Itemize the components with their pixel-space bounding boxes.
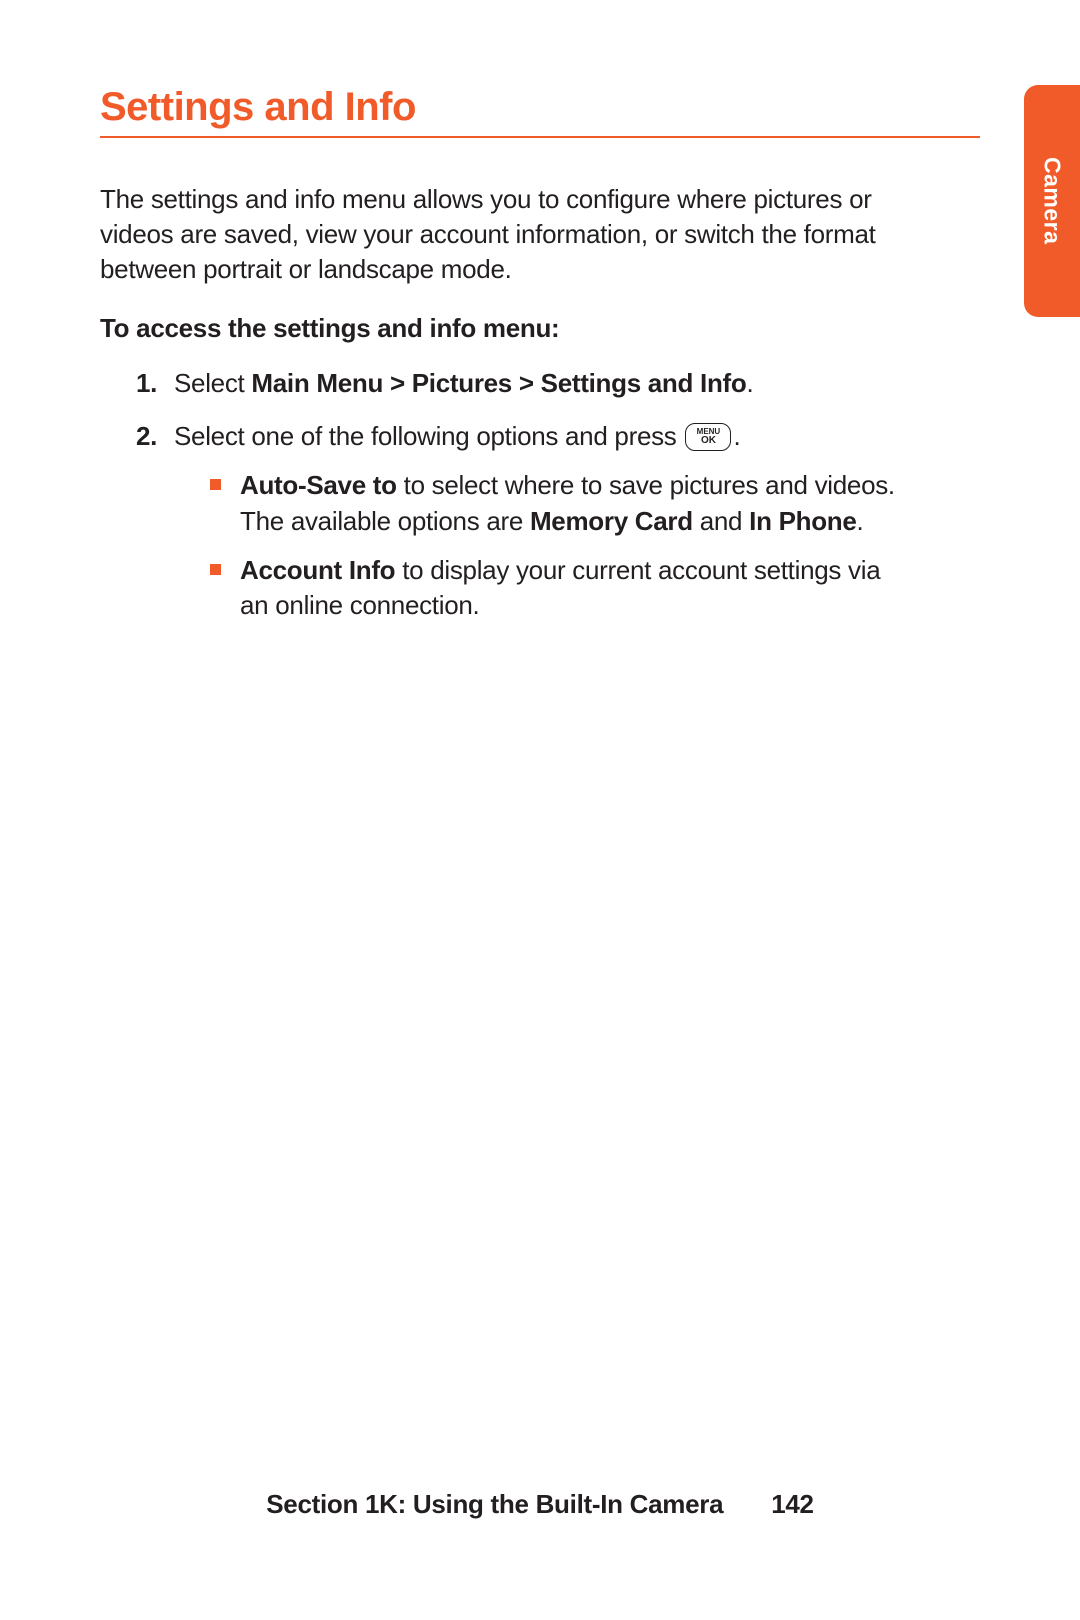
option-b-b1: Account Info — [240, 555, 395, 585]
option-a-b2: Memory Card — [530, 506, 693, 536]
option-auto-save: Auto-Save to to select where to save pic… — [240, 468, 910, 538]
steps-list: 1. Select Main Menu > Pictures > Setting… — [100, 366, 910, 623]
page-content: Settings and Info The settings and info … — [0, 0, 1080, 623]
options-list: Auto-Save to to select where to save pic… — [174, 468, 910, 622]
step-2-prefix: Select one of the following options and … — [174, 421, 683, 451]
step-1-suffix: . — [746, 368, 753, 398]
subheading: To access the settings and info menu: — [100, 313, 980, 344]
option-account-info: Account Info to display your current acc… — [240, 553, 910, 623]
option-a-t3: . — [857, 506, 864, 536]
step-2-number: 2. — [136, 419, 157, 454]
option-a-b3: In Phone — [749, 506, 856, 536]
footer-page-number: 142 — [771, 1489, 813, 1520]
step-1: 1. Select Main Menu > Pictures > Setting… — [136, 366, 910, 401]
step-1-number: 1. — [136, 366, 157, 401]
step-1-bold: Main Menu > Pictures > Settings and Info — [251, 368, 746, 398]
page-heading: Settings and Info — [100, 85, 980, 130]
step-2-suffix: . — [733, 421, 740, 451]
step-1-prefix: Select — [174, 368, 251, 398]
menu-ok-bottom: OK — [701, 436, 716, 446]
footer-section: Section 1K: Using the Built-In Camera — [266, 1489, 723, 1520]
intro-paragraph: The settings and info menu allows you to… — [100, 182, 910, 287]
step-2: 2. Select one of the following options a… — [136, 419, 910, 622]
option-a-t2: and — [693, 506, 749, 536]
option-a-b1: Auto-Save to — [240, 470, 397, 500]
menu-ok-key-icon: MENUOK — [685, 423, 731, 451]
heading-rule — [100, 136, 980, 138]
page-footer: Section 1K: Using the Built-In Camera 14… — [0, 1489, 1080, 1520]
